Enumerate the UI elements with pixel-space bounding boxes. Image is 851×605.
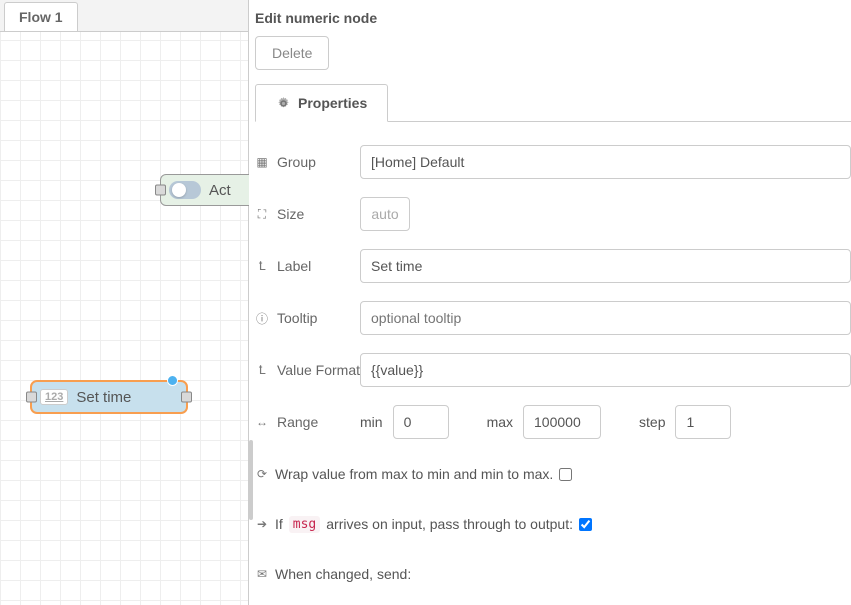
- passthrough-post: arrives on input, pass through to output…: [326, 516, 573, 532]
- msg-code: msg: [289, 516, 320, 533]
- refresh-icon: ⟳: [255, 467, 269, 481]
- table-icon: ▦: [255, 155, 269, 169]
- text-cursor-icon: Ꝉ: [255, 259, 269, 273]
- step-label: step: [639, 414, 665, 430]
- max-label: max: [487, 414, 513, 430]
- switch-toggle-icon: [169, 181, 201, 199]
- panel-title: Edit numeric node: [255, 6, 851, 36]
- node-switch-label: Act: [209, 182, 231, 199]
- node-input-port[interactable]: [26, 392, 37, 403]
- tab-properties[interactable]: Properties: [255, 84, 388, 122]
- wrap-checkbox[interactable]: [559, 468, 572, 481]
- size-input[interactable]: [360, 197, 410, 231]
- node-numeric[interactable]: 123 Set time: [30, 380, 188, 414]
- value-format-label: Value Format: [277, 362, 360, 378]
- scrollbar[interactable]: [249, 440, 253, 520]
- min-input[interactable]: [393, 405, 449, 439]
- numeric-badge-icon: 123: [40, 389, 68, 405]
- value-format-input[interactable]: [360, 353, 851, 387]
- wrap-label: Wrap value from max to min and min to ma…: [275, 466, 553, 482]
- when-changed-label: When changed, send:: [275, 566, 411, 582]
- flow-tab[interactable]: Flow 1: [4, 2, 78, 31]
- passthrough-checkbox[interactable]: [579, 518, 592, 531]
- gear-icon: [276, 96, 290, 110]
- arrow-right-icon: ➔: [255, 517, 269, 531]
- node-output-port[interactable]: [181, 392, 192, 403]
- range-label: Range: [277, 414, 318, 430]
- tooltip-input[interactable]: [360, 301, 851, 335]
- group-input[interactable]: [360, 145, 851, 179]
- info-icon: ⓘ: [255, 311, 269, 325]
- panel-tabs: Properties: [255, 84, 851, 122]
- passthrough-pre: If: [275, 516, 283, 532]
- group-label: Group: [277, 154, 316, 170]
- flow-tabs-bar: Flow 1: [0, 0, 248, 32]
- envelope-icon: ✉: [255, 567, 269, 581]
- size-label: Size: [277, 206, 304, 222]
- edit-panel: Edit numeric node Delete Properties ▦ Gr…: [249, 0, 851, 605]
- max-input[interactable]: [523, 405, 601, 439]
- resize-icon: ⛶: [255, 207, 269, 221]
- label-label: Label: [277, 258, 311, 274]
- label-input[interactable]: [360, 249, 851, 283]
- workspace-canvas[interactable]: Flow 1 Act 123 Set time: [0, 0, 249, 605]
- node-status-dot: [167, 375, 178, 386]
- arrows-h-icon: ↔: [255, 415, 269, 429]
- step-input[interactable]: [675, 405, 731, 439]
- min-label: min: [360, 414, 383, 430]
- tab-properties-label: Properties: [298, 95, 367, 111]
- node-input-port[interactable]: [155, 185, 166, 196]
- delete-button[interactable]: Delete: [255, 36, 329, 70]
- tooltip-label: Tooltip: [277, 310, 317, 326]
- text-cursor-icon: Ꝉ: [255, 363, 269, 377]
- node-numeric-label: Set time: [76, 389, 131, 406]
